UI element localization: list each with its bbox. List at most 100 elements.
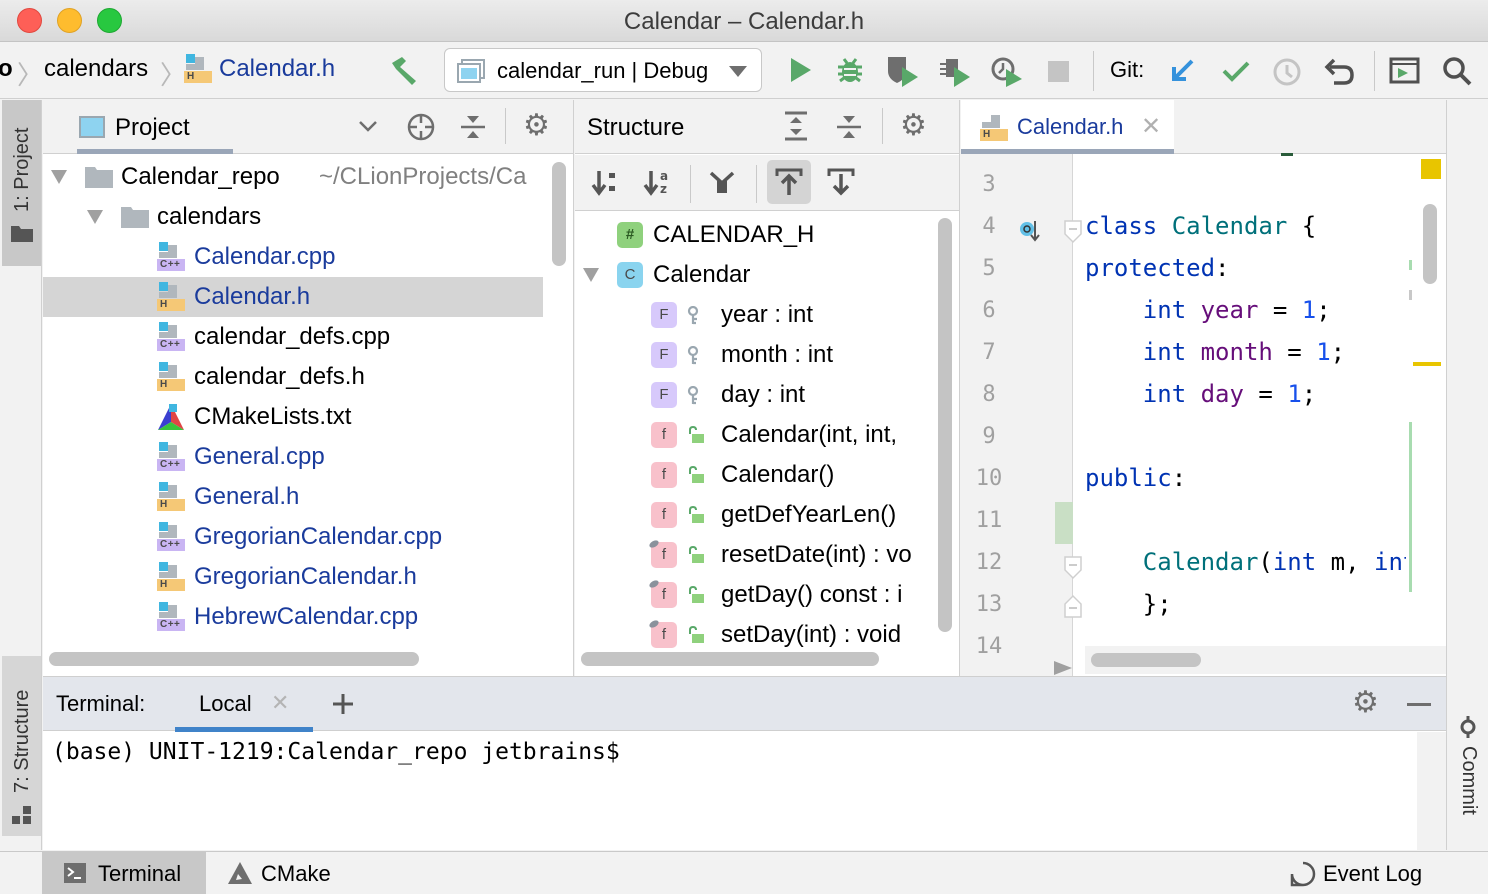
- terminal-prompt[interactable]: (base) UNIT-1219:Calendar_repo jetbrains…: [52, 739, 620, 765]
- file-tree-item[interactable]: C++ GregorianCalendar.cpp: [43, 517, 543, 557]
- structure-item[interactable]: f setDay(int) : void: [575, 615, 931, 655]
- git-commit-icon[interactable]: [1222, 59, 1250, 83]
- breadcrumb-root[interactable]: o: [0, 55, 13, 83]
- sort-alphabetically-icon[interactable]: a z: [643, 167, 671, 197]
- file-tree-item[interactable]: C++ Calendar.cpp: [43, 237, 543, 277]
- gear-icon[interactable]: ⚙: [900, 108, 927, 143]
- minimize-panel-icon[interactable]: [1407, 703, 1431, 706]
- header-separator: [505, 108, 506, 144]
- git-history-icon[interactable]: [1272, 57, 1302, 87]
- sort-by-visibility-icon[interactable]: [591, 169, 617, 197]
- event-log-button[interactable]: Event Log: [1286, 852, 1436, 894]
- structure-item[interactable]: Fday : int: [575, 375, 931, 415]
- structure-item[interactable]: f Calendar(int, int,: [575, 415, 931, 455]
- expanded-arrow-icon[interactable]: [51, 170, 67, 184]
- structure-item[interactable]: C Calendar: [575, 255, 931, 295]
- file-tree-item[interactable]: C++ General.cpp: [43, 437, 543, 477]
- code-line[interactable]: };: [1085, 590, 1406, 618]
- toolbar-separator: [1093, 51, 1094, 91]
- structure-item[interactable]: Fmonth : int: [575, 335, 931, 375]
- search-icon[interactable]: [1442, 56, 1474, 88]
- new-tab-plus-icon[interactable]: [331, 692, 355, 716]
- breadcrumb-file[interactable]: Calendar.h: [219, 55, 335, 83]
- show-inherited-icon[interactable]: [707, 169, 737, 197]
- terminal-tool-button[interactable]: Terminal: [42, 852, 206, 894]
- attach-profiler-icon[interactable]: [990, 55, 1024, 87]
- code-line[interactable]: int day = 1;: [1085, 380, 1406, 408]
- code-line[interactable]: protected:: [1085, 254, 1406, 282]
- stop-icon[interactable]: [1048, 61, 1069, 82]
- expanded-arrow-icon[interactable]: [583, 268, 599, 282]
- chevron-down-icon[interactable]: [358, 120, 378, 134]
- project-view-tab[interactable]: Project: [77, 100, 233, 154]
- run-with-profiler-icon[interactable]: [938, 55, 972, 87]
- folder-icon: [85, 167, 113, 188]
- expand-all-icon[interactable]: [783, 110, 809, 142]
- structure-item[interactable]: Fyear : int: [575, 295, 931, 335]
- inspection-status-indicator[interactable]: [1421, 159, 1441, 179]
- structure-item[interactable]: f resetDate(int) : vo: [575, 535, 931, 575]
- structure-panel-header: Structure ⚙: [575, 100, 959, 154]
- file-tree-item[interactable]: C++ HebrewCalendar.cpp: [43, 597, 543, 637]
- breadcrumb-calendars[interactable]: calendars: [44, 55, 148, 83]
- vertical-scrollbar[interactable]: [938, 218, 952, 632]
- structure-item[interactable]: # CALENDAR_H: [575, 215, 931, 255]
- project-tool-window-button[interactable]: 1: Project: [2, 100, 41, 266]
- horizontal-scrollbar[interactable]: [1091, 653, 1201, 667]
- gear-icon[interactable]: ⚙: [1352, 685, 1379, 720]
- gear-icon[interactable]: ⚙: [523, 108, 550, 143]
- file-tree-item[interactable]: H General.h: [43, 477, 543, 517]
- code-line[interactable]: int month = 1;: [1085, 338, 1406, 366]
- run-configuration-selector[interactable]: calendar_run | Debug: [444, 48, 762, 92]
- code-line[interactable]: class Calendar {: [1085, 212, 1406, 240]
- file-tree-item[interactable]: H Calendar.h: [43, 277, 543, 317]
- locate-file-icon[interactable]: [406, 112, 436, 142]
- structure-item[interactable]: f Calendar(): [575, 455, 931, 495]
- horizontal-scrollbar[interactable]: [581, 652, 879, 666]
- warning-marker[interactable]: [1413, 362, 1441, 366]
- tree-root[interactable]: Calendar_repo ~/CLionProjects/Ca: [43, 157, 543, 197]
- file-tree-item[interactable]: CMakeLists.txt: [43, 397, 543, 437]
- run-icon[interactable]: [788, 56, 814, 84]
- tree-folder[interactable]: calendars: [43, 197, 543, 237]
- collapse-all-icon[interactable]: [835, 112, 863, 142]
- vcs-added-marker[interactable]: [1055, 502, 1073, 544]
- structure-tool-window-button[interactable]: 7: Structure: [2, 656, 41, 836]
- file-tree-item[interactable]: Hcalendar_defs.h: [43, 357, 543, 397]
- vertical-scrollbar[interactable]: [552, 162, 566, 266]
- overridden-method-icon[interactable]: [1019, 219, 1045, 243]
- line-number: 12: [975, 550, 1003, 575]
- fold-marker-icon[interactable]: [1064, 556, 1082, 580]
- code-line[interactable]: public:: [1085, 464, 1406, 492]
- build-hammer-icon[interactable]: [388, 55, 422, 87]
- horizontal-scrollbar[interactable]: [49, 652, 419, 666]
- autoscroll-from-source-icon[interactable]: [827, 168, 855, 196]
- terminal-tab-local[interactable]: Local ✕: [175, 677, 313, 732]
- code-line[interactable]: int year = 1;: [1085, 296, 1406, 324]
- fold-marker-end-icon[interactable]: [1064, 594, 1082, 618]
- structure-item[interactable]: f getDay() const : i: [575, 575, 931, 615]
- autoscroll-to-source-button[interactable]: [767, 160, 811, 204]
- structure-item[interactable]: f getDefYearLen(): [575, 495, 931, 535]
- file-tree-item[interactable]: H GregorianCalendar.h: [43, 557, 543, 597]
- debug-icon[interactable]: [836, 55, 864, 85]
- rollback-icon[interactable]: [1324, 57, 1356, 87]
- coverage-icon[interactable]: [886, 55, 920, 87]
- expanded-arrow-icon[interactable]: [87, 210, 103, 224]
- git-update-icon[interactable]: [1170, 57, 1196, 85]
- root-path: ~/CLionProjects/Ca: [319, 163, 527, 190]
- project-panel-header: Project ⚙: [43, 100, 573, 154]
- code-line[interactable]: Calendar(int m, int: [1085, 548, 1406, 576]
- editor-tab-calendar-h[interactable]: H Calendar.h ✕: [961, 100, 1174, 154]
- commit-tool-window-button[interactable]: Commit: [1447, 710, 1488, 840]
- file-tree-item[interactable]: C++ calendar_defs.cpp: [43, 317, 543, 357]
- code-token: :: [1171, 464, 1187, 492]
- close-tab-icon[interactable]: ✕: [1141, 112, 1161, 141]
- file-name: calendar_defs.h: [194, 363, 365, 390]
- collapse-all-icon[interactable]: [459, 112, 487, 142]
- fold-marker-icon[interactable]: [1064, 220, 1082, 244]
- presentation-icon[interactable]: [1389, 57, 1421, 85]
- close-tab-icon[interactable]: ✕: [271, 690, 289, 716]
- vertical-scrollbar[interactable]: [1423, 204, 1437, 284]
- cmake-tool-button[interactable]: CMake: [216, 852, 346, 894]
